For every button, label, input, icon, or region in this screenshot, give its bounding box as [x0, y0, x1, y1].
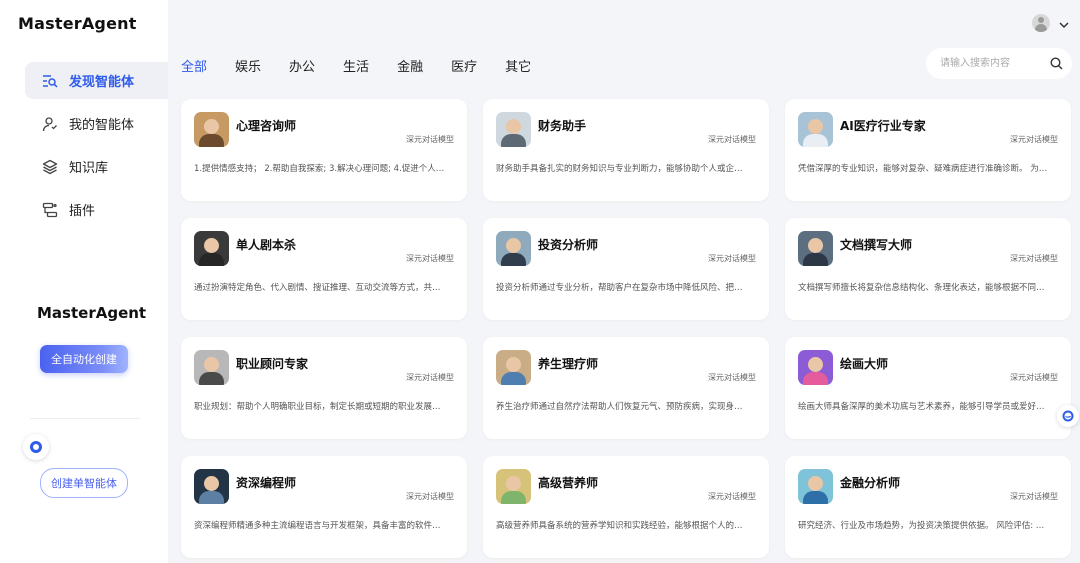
- agent-model: 深元对话模型: [1010, 135, 1058, 144]
- agent-card[interactable]: 高级营养师 深元对话模型 高级营养师具备系统的营养学知识和实践经验，能够根据个人…: [483, 456, 769, 558]
- avatar[interactable]: [1032, 14, 1050, 32]
- create-single-agent-button[interactable]: 创建单智能体: [40, 468, 128, 498]
- agent-model: 深元对话模型: [708, 135, 756, 144]
- agent-description: 职业规划：帮助个人明确职业目标，制定长期或短期的职业发展…: [194, 402, 441, 412]
- avatar-body: [1035, 24, 1047, 32]
- tab-medical[interactable]: 医疗: [451, 56, 477, 75]
- sidebar: MasterAgent 发现智能体 我的智能体 知识库 插件 MasterAge…: [0, 0, 168, 563]
- tab-life[interactable]: 生活: [343, 56, 369, 75]
- layers-icon: [42, 159, 58, 175]
- tab-all[interactable]: 全部: [181, 56, 207, 75]
- agent-name: 金融分析师: [840, 476, 901, 490]
- agent-description: 1.提供情感支持； 2.帮助自我探索; 3.解决心理问题; 4.促进个人…: [194, 164, 445, 174]
- avatar-head: [1038, 17, 1044, 23]
- tab-entertainment[interactable]: 娱乐: [235, 56, 261, 75]
- agent-description: 养生治疗师通过自然疗法帮助人们恢复元气、预防疾病，实现身…: [496, 402, 743, 412]
- agent-model: 深元对话模型: [708, 373, 756, 382]
- agent-card[interactable]: AI医疗行业专家 深元对话模型 凭借深厚的专业知识，能够对复杂、疑难病症进行准确…: [785, 99, 1071, 201]
- agent-avatar: [496, 112, 531, 147]
- agent-card[interactable]: 资深编程师 深元对话模型 资深编程师精通多种主流编程语言与开发框架，具备丰富的软…: [181, 456, 467, 558]
- agent-model: 深元对话模型: [708, 254, 756, 263]
- agent-name: 资深编程师: [236, 476, 297, 490]
- agent-description: 绘画大师具备深厚的美术功底与艺术素养，能够引导学员或爱好…: [798, 402, 1045, 412]
- agent-name: 绘画大师: [840, 357, 889, 371]
- chat-icon: [1062, 410, 1074, 422]
- agent-avatar: [496, 350, 531, 385]
- sidebar-item-knowledge[interactable]: 知识库: [25, 148, 168, 185]
- agent-avatar: [194, 469, 229, 504]
- agent-card[interactable]: 投资分析师 深元对话模型 投资分析师通过专业分析，帮助客户在复杂市场中降低风险、…: [483, 218, 769, 320]
- sidebar-item-label: 发现智能体: [69, 75, 135, 90]
- agent-avatar: [798, 231, 833, 266]
- agent-card[interactable]: 绘画大师 深元对话模型 绘画大师具备深厚的美术功底与艺术素养，能够引导学员或爱好…: [785, 337, 1071, 439]
- agent-model: 深元对话模型: [406, 135, 454, 144]
- agent-card[interactable]: 财务助手 深元对话模型 财务助手具备扎实的财务知识与专业判断力，能够协助个人或企…: [483, 99, 769, 201]
- user-agent-icon: [42, 116, 58, 132]
- agent-description: 通过扮演特定角色、代入剧情、搜证推理、互动交流等方式，共…: [194, 283, 441, 293]
- sidebar-item-label: 插件: [69, 204, 96, 219]
- tab-finance[interactable]: 金融: [397, 56, 423, 75]
- agent-description: 财务助手具备扎实的财务知识与专业判断力，能够协助个人或企…: [496, 164, 743, 174]
- agent-model: 深元对话模型: [1010, 254, 1058, 263]
- agent-name: 文档撰写大师: [840, 238, 913, 252]
- search-box: [926, 48, 1072, 79]
- chevron-down-icon[interactable]: [1058, 16, 1070, 35]
- agent-card[interactable]: 文档撰写大师 深元对话模型 文档撰写师擅长将复杂信息结构化、条理化表达，能够根据…: [785, 218, 1071, 320]
- agent-avatar: [496, 231, 531, 266]
- agent-name: 财务助手: [538, 119, 587, 133]
- agent-description: 资深编程师精通多种主流编程语言与开发框架，具备丰富的软件…: [194, 521, 441, 531]
- agent-name: AI医疗行业专家: [840, 119, 926, 133]
- search-icon[interactable]: [1050, 57, 1063, 70]
- agent-avatar: [194, 112, 229, 147]
- assistant-float-button[interactable]: [23, 434, 49, 460]
- sidebar-item-label: 知识库: [69, 161, 109, 176]
- assistant-icon: [30, 441, 42, 453]
- sidebar-item-discover[interactable]: 发现智能体: [25, 62, 168, 99]
- agent-avatar: [496, 469, 531, 504]
- agent-name: 投资分析师: [538, 238, 599, 252]
- agent-model: 深元对话模型: [1010, 492, 1058, 501]
- agent-avatar: [194, 350, 229, 385]
- app-logo[interactable]: MasterAgent: [18, 14, 137, 33]
- discover-icon: [42, 73, 58, 89]
- agent-avatar: [194, 231, 229, 266]
- agent-name: 单人剧本杀: [236, 238, 297, 252]
- agent-description: 研究经济、行业及市场趋势，为投资决策提供依据。 风险评估: …: [798, 521, 1045, 531]
- agent-description: 凭借深厚的专业知识，能够对复杂、疑难病症进行准确诊断。 为…: [798, 164, 1048, 174]
- agent-model: 深元对话模型: [708, 492, 756, 501]
- agent-card[interactable]: 心理咨询师 深元对话模型 1.提供情感支持； 2.帮助自我探索; 3.解决心理问…: [181, 99, 467, 201]
- agent-model: 深元对话模型: [406, 373, 454, 382]
- agent-model: 深元对话模型: [406, 492, 454, 501]
- agent-card[interactable]: 职业顾问专家 深元对话模型 职业规划：帮助个人明确职业目标，制定长期或短期的职业…: [181, 337, 467, 439]
- agent-name: 职业顾问专家: [236, 357, 309, 371]
- agent-description: 投资分析师通过专业分析，帮助客户在复杂市场中降低风险、把…: [496, 283, 743, 293]
- agent-card[interactable]: 金融分析师 深元对话模型 研究经济、行业及市场趋势，为投资决策提供依据。 风险评…: [785, 456, 1071, 558]
- promo-logo: MasterAgent: [37, 304, 147, 322]
- agent-name: 养生理疗师: [538, 357, 599, 371]
- agent-description: 高级营养师具备系统的营养学知识和实践经验，能够根据个人的…: [496, 521, 743, 531]
- agent-name: 心理咨询师: [236, 119, 297, 133]
- tab-other[interactable]: 其它: [505, 56, 531, 75]
- chat-float-button[interactable]: [1057, 405, 1079, 427]
- sidebar-item-my-agents[interactable]: 我的智能体: [25, 105, 168, 142]
- plugin-icon: [42, 202, 58, 218]
- agent-avatar: [798, 112, 833, 147]
- sidebar-nav: 发现智能体 我的智能体 知识库 插件: [25, 62, 168, 234]
- sidebar-item-plugins[interactable]: 插件: [25, 191, 168, 228]
- agent-model: 深元对话模型: [406, 254, 454, 263]
- tab-office[interactable]: 办公: [289, 56, 315, 75]
- auto-create-button[interactable]: 全自动化创建: [40, 345, 128, 373]
- sidebar-divider: [30, 418, 140, 419]
- agent-avatar: [798, 350, 833, 385]
- search-input[interactable]: [938, 57, 1050, 70]
- agent-card[interactable]: 单人剧本杀 深元对话模型 通过扮演特定角色、代入剧情、搜证推理、互动交流等方式，…: [181, 218, 467, 320]
- agent-model: 深元对话模型: [1010, 373, 1058, 382]
- category-tabs: 全部 娱乐 办公 生活 金融 医疗 其它: [181, 56, 559, 75]
- sidebar-item-label: 我的智能体: [69, 118, 135, 133]
- agent-name: 高级营养师: [538, 476, 599, 490]
- agent-avatar: [798, 469, 833, 504]
- agent-description: 文档撰写师擅长将复杂信息结构化、条理化表达，能够根据不同…: [798, 283, 1045, 293]
- agent-card[interactable]: 养生理疗师 深元对话模型 养生治疗师通过自然疗法帮助人们恢复元气、预防疾病，实现…: [483, 337, 769, 439]
